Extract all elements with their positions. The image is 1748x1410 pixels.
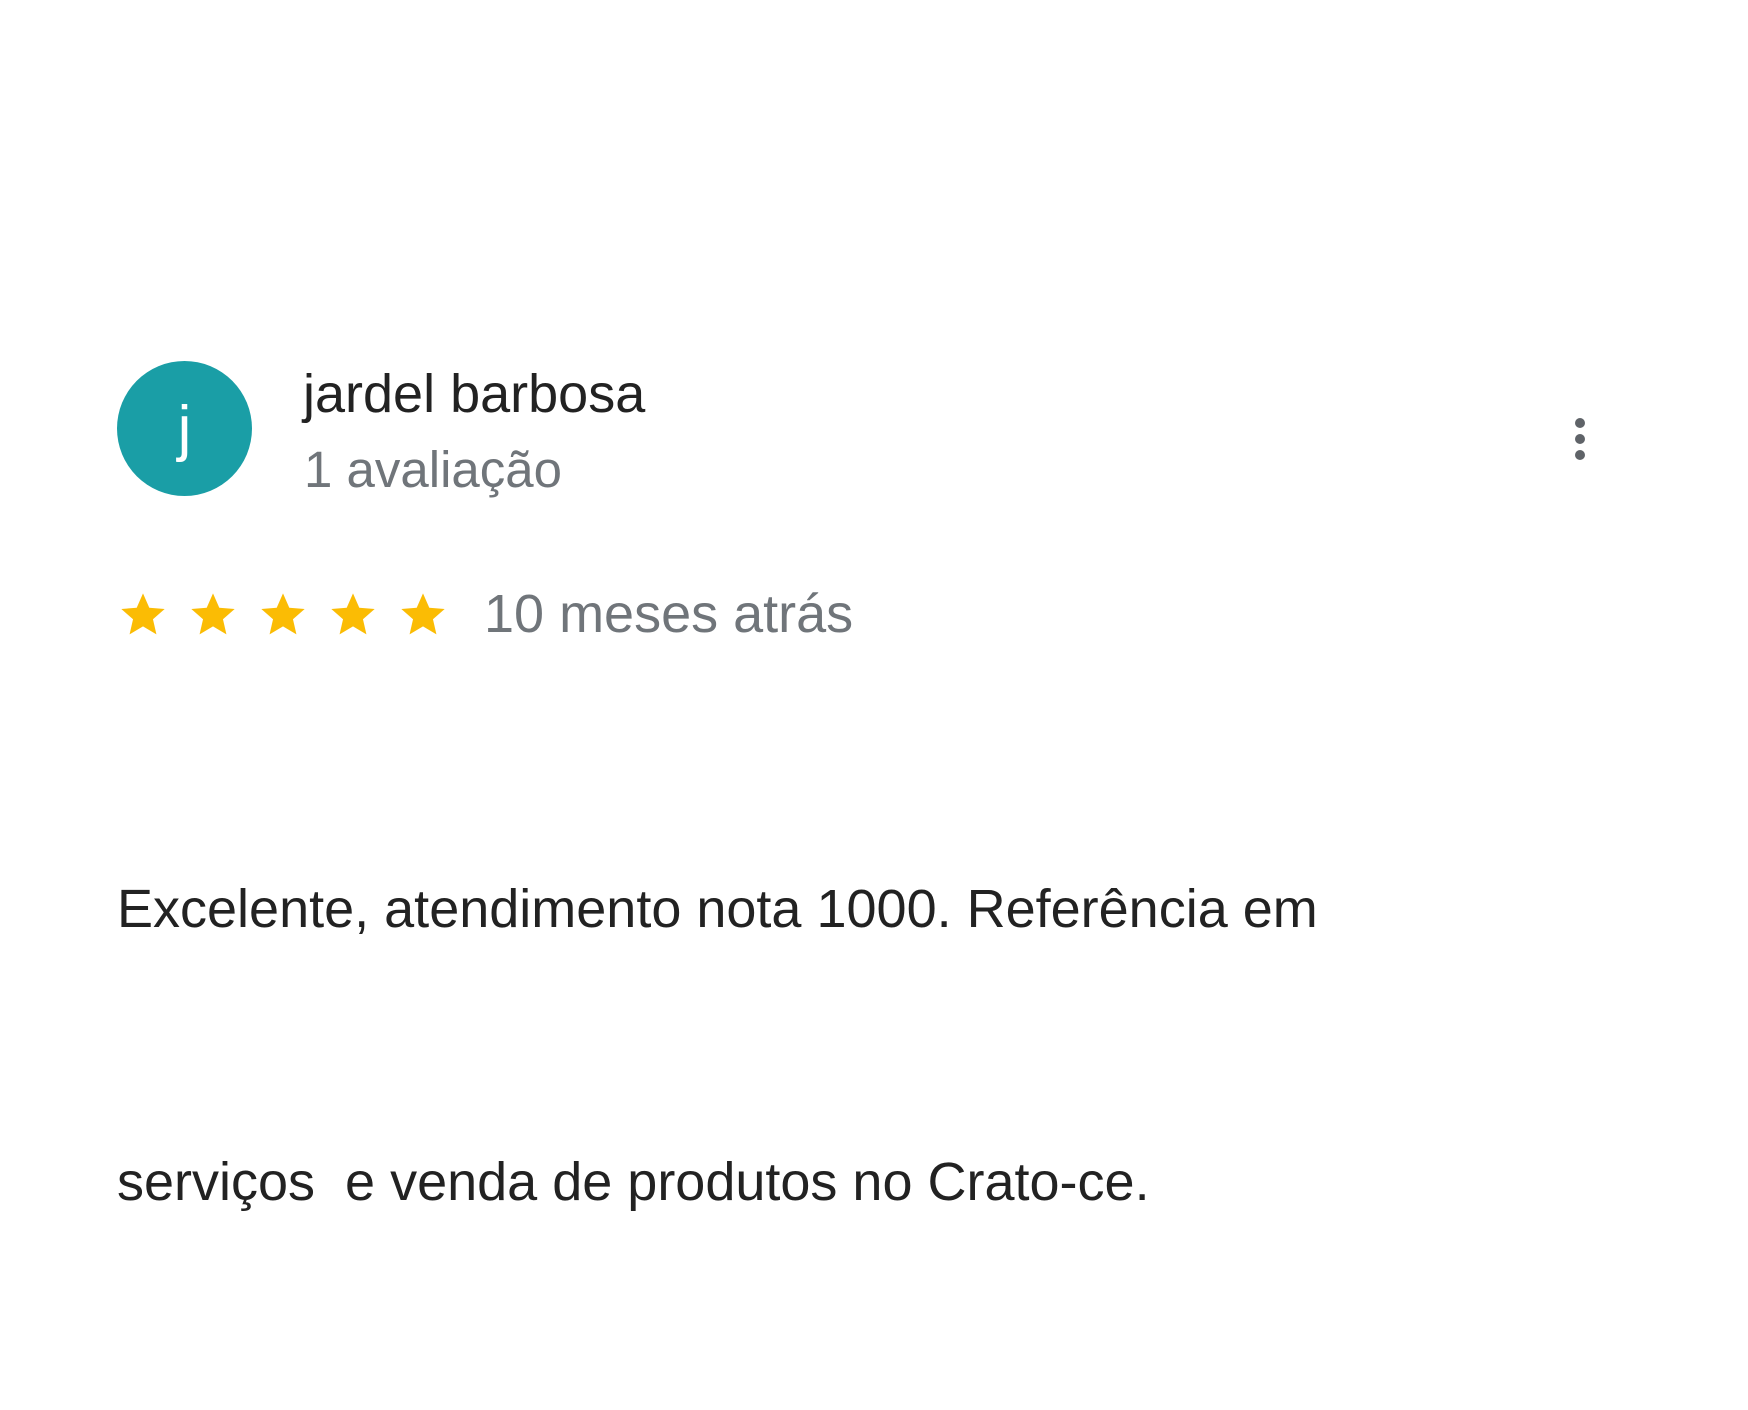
more-options-button[interactable] [1556, 404, 1604, 474]
review-text: Excelente, atendimento nota 1000. Referê… [117, 682, 1557, 1410]
star-rating [117, 584, 449, 644]
more-vert-icon-dot [1575, 450, 1585, 460]
author-name[interactable]: jardel barbosa [303, 367, 645, 421]
review-text-line: serviços e venda de produtos no Crato-ce… [117, 1152, 1150, 1212]
more-vert-icon [1575, 418, 1585, 428]
star-icon [261, 593, 305, 635]
star-icon [191, 593, 235, 635]
star-icon [401, 593, 445, 635]
more-vert-icon-dot [1575, 434, 1585, 444]
avatar-letter: j [177, 393, 192, 463]
star-icon [121, 593, 165, 635]
review-card: j jardel barbosa 1 avaliação 10 meses at… [0, 0, 1748, 1240]
avatar[interactable]: j [117, 361, 252, 496]
star-icon [331, 593, 375, 635]
review-date: 10 meses atrás [484, 584, 854, 644]
review-count[interactable]: 1 avaliação [304, 444, 562, 495]
review-text-line: Excelente, atendimento nota 1000. Referê… [117, 879, 1318, 939]
